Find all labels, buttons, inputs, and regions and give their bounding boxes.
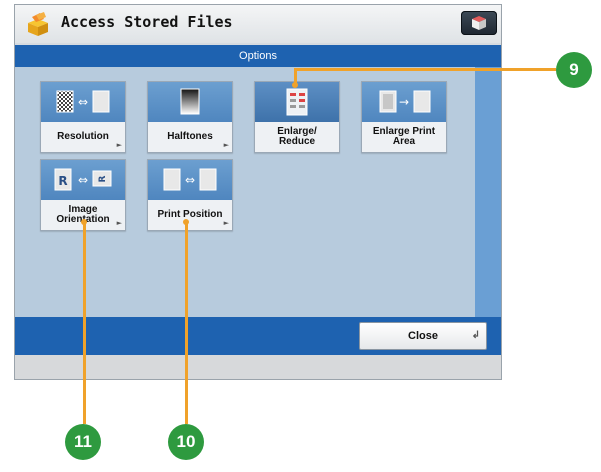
enter-arrow-icon: ↲ bbox=[471, 330, 480, 341]
submenu-arrow-icon: ► bbox=[223, 141, 229, 149]
callout-11-leader bbox=[83, 222, 86, 424]
option-label: Enlarge Print Area bbox=[372, 126, 436, 147]
option-print-position-button[interactable]: ⇔ Print Position ► bbox=[147, 159, 233, 231]
help-button[interactable] bbox=[461, 11, 497, 35]
option-label: Halftones bbox=[167, 131, 213, 142]
submenu-arrow-icon: ► bbox=[116, 141, 122, 149]
option-label: Resolution bbox=[57, 131, 109, 142]
scroll-strip bbox=[475, 67, 501, 317]
option-halftones-button[interactable]: Halftones ► bbox=[147, 81, 233, 153]
svg-text:R: R bbox=[58, 174, 67, 188]
submenu-arrow-icon: ► bbox=[116, 219, 122, 227]
enlarge-print-area-icon: → bbox=[362, 82, 446, 122]
svg-text:⇔: ⇔ bbox=[78, 95, 88, 109]
option-label: Enlarge/ Reduce bbox=[277, 126, 317, 147]
callout-11-dot bbox=[81, 219, 87, 225]
option-label: Print Position bbox=[157, 209, 223, 220]
halftones-icon bbox=[148, 82, 232, 122]
enlarge-reduce-icon bbox=[255, 82, 339, 122]
submenu-arrow-icon: ► bbox=[223, 219, 229, 227]
option-enlarge-reduce-button[interactable]: Enlarge/ Reduce bbox=[254, 81, 340, 153]
help-cube-icon bbox=[472, 16, 486, 30]
callout-11-badge: 11 bbox=[65, 424, 101, 460]
svg-text:⇔: ⇔ bbox=[185, 173, 195, 187]
resolution-icon: ⇔ bbox=[41, 82, 125, 122]
callout-10-leader bbox=[185, 222, 188, 424]
stored-files-box-icon bbox=[28, 12, 48, 36]
callout-9-leader bbox=[294, 68, 556, 71]
print-position-icon: ⇔ bbox=[148, 160, 232, 200]
svg-text:→: → bbox=[399, 95, 409, 109]
callout-10-dot bbox=[183, 219, 189, 225]
callout-9-badge: 9 bbox=[556, 52, 592, 88]
svg-text:R: R bbox=[98, 175, 108, 182]
title-bar: Access Stored Files bbox=[15, 5, 501, 43]
close-button[interactable]: Close ↲ bbox=[359, 322, 487, 350]
option-resolution-button[interactable]: ⇔ Resolution ► bbox=[40, 81, 126, 153]
close-label: Close bbox=[408, 330, 438, 342]
dialog-title: Options bbox=[15, 45, 501, 67]
device-screen: Access Stored Files Options ⇔ Resolution… bbox=[14, 4, 502, 380]
callout-10-badge: 10 bbox=[168, 424, 204, 460]
window-title: Access Stored Files bbox=[61, 13, 233, 31]
svg-text:⇔: ⇔ bbox=[78, 173, 88, 187]
status-bar bbox=[15, 355, 501, 379]
callout-9-dot bbox=[292, 82, 298, 88]
image-orientation-icon: R ⇔ R bbox=[41, 160, 125, 200]
option-enlarge-print-area-button[interactable]: → Enlarge Print Area bbox=[361, 81, 447, 153]
